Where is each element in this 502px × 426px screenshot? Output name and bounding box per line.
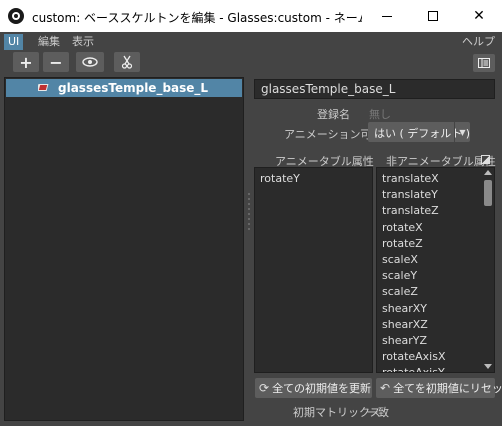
attributes-scrollbar[interactable]: [482, 168, 494, 372]
window-title: custom: ベーススケルトンを編集 - Glasses:custom - ネ…: [32, 11, 362, 25]
attribute-item[interactable]: scaleZ: [382, 284, 418, 300]
name-field[interactable]: glassesTemple_base_L: [254, 79, 495, 99]
non-animatable-attributes-list: translateX translateY translateZ rotateX rot…: [376, 167, 495, 373]
panel-layout-button[interactable]: [473, 54, 495, 72]
app-logo-icon: [8, 8, 24, 24]
reset-all-initial-values-button[interactable]: ↶ 全てを初期値にリセット: [376, 378, 502, 398]
menu-ui[interactable]: UI: [4, 34, 24, 50]
registered-name-value: 無し: [369, 108, 391, 121]
outliner-item-label: glassesTemple_base_L: [58, 81, 209, 95]
maximize-button[interactable]: [410, 0, 456, 32]
attribute-item[interactable]: scaleY: [382, 268, 417, 284]
scroll-thumb[interactable]: [484, 180, 492, 206]
menu-bar: UI 編集 表示 ヘルプ: [0, 32, 502, 50]
reset-all-label: 全てを初期値にリセット: [393, 382, 502, 395]
attribute-item[interactable]: rotateY: [260, 171, 300, 187]
scroll-up-icon[interactable]: [484, 170, 492, 175]
attribute-item[interactable]: shearYZ: [382, 333, 427, 349]
cut-button[interactable]: [114, 52, 140, 72]
minimize-button[interactable]: [364, 0, 410, 32]
animatable-dropdown[interactable]: はい ( デフォルト ) ▼: [368, 122, 470, 142]
title-bar: custom: ベーススケルトンを編集 - Glasses:custom - ネ…: [0, 0, 502, 32]
attribute-item[interactable]: translateY: [382, 187, 438, 203]
attribute-item[interactable]: translateX: [382, 171, 439, 187]
add-button[interactable]: +: [13, 52, 39, 72]
corner-toggle-icon[interactable]: [481, 155, 490, 164]
update-all-label: 全ての初期値を更新: [272, 382, 372, 395]
close-icon: ✕: [473, 8, 485, 24]
menu-view[interactable]: 表示: [69, 34, 97, 50]
attribute-item[interactable]: rotateZ: [382, 236, 423, 252]
panel-splitter[interactable]: [247, 190, 251, 250]
refresh-icon: ⟳: [259, 381, 270, 395]
outliner-row-selected[interactable]: glassesTemple_base_L: [6, 79, 242, 97]
attribute-item[interactable]: scaleX: [382, 252, 418, 268]
close-button[interactable]: ✕: [456, 0, 502, 32]
minimize-icon: [382, 15, 392, 17]
attribute-item[interactable]: rotateAxisX: [382, 349, 446, 365]
attribute-item[interactable]: shearXZ: [382, 317, 428, 333]
attribute-item[interactable]: translateZ: [382, 203, 439, 219]
panel-layout-icon: [478, 58, 490, 68]
attribute-item[interactable]: shearXY: [382, 301, 427, 317]
menu-help[interactable]: ヘルプ: [459, 34, 498, 50]
undo-icon: ↶: [380, 381, 391, 395]
attribute-item[interactable]: rotateX: [382, 220, 423, 236]
remove-button[interactable]: −: [43, 52, 69, 72]
menu-edit[interactable]: 編集: [35, 34, 63, 50]
scroll-down-icon[interactable]: [484, 364, 492, 369]
chevron-down-icon: ▼: [454, 122, 470, 142]
joint-outliner: glassesTemple_base_L: [4, 77, 244, 421]
registered-name-label: 登録名: [317, 108, 350, 121]
scissors-icon: [121, 55, 133, 69]
attribute-item[interactable]: rotateAxisY: [382, 365, 445, 372]
eye-button[interactable]: [76, 52, 104, 72]
animatable-attributes-list: rotateY: [254, 167, 373, 373]
maximize-icon: [428, 11, 438, 21]
eye-icon: [82, 57, 98, 67]
toolbar: + −: [0, 50, 502, 74]
initial-matrix-value: 一致: [367, 406, 389, 419]
update-all-initial-values-button[interactable]: ⟳ 全ての初期値を更新: [255, 378, 372, 398]
joint-icon: [38, 84, 49, 91]
